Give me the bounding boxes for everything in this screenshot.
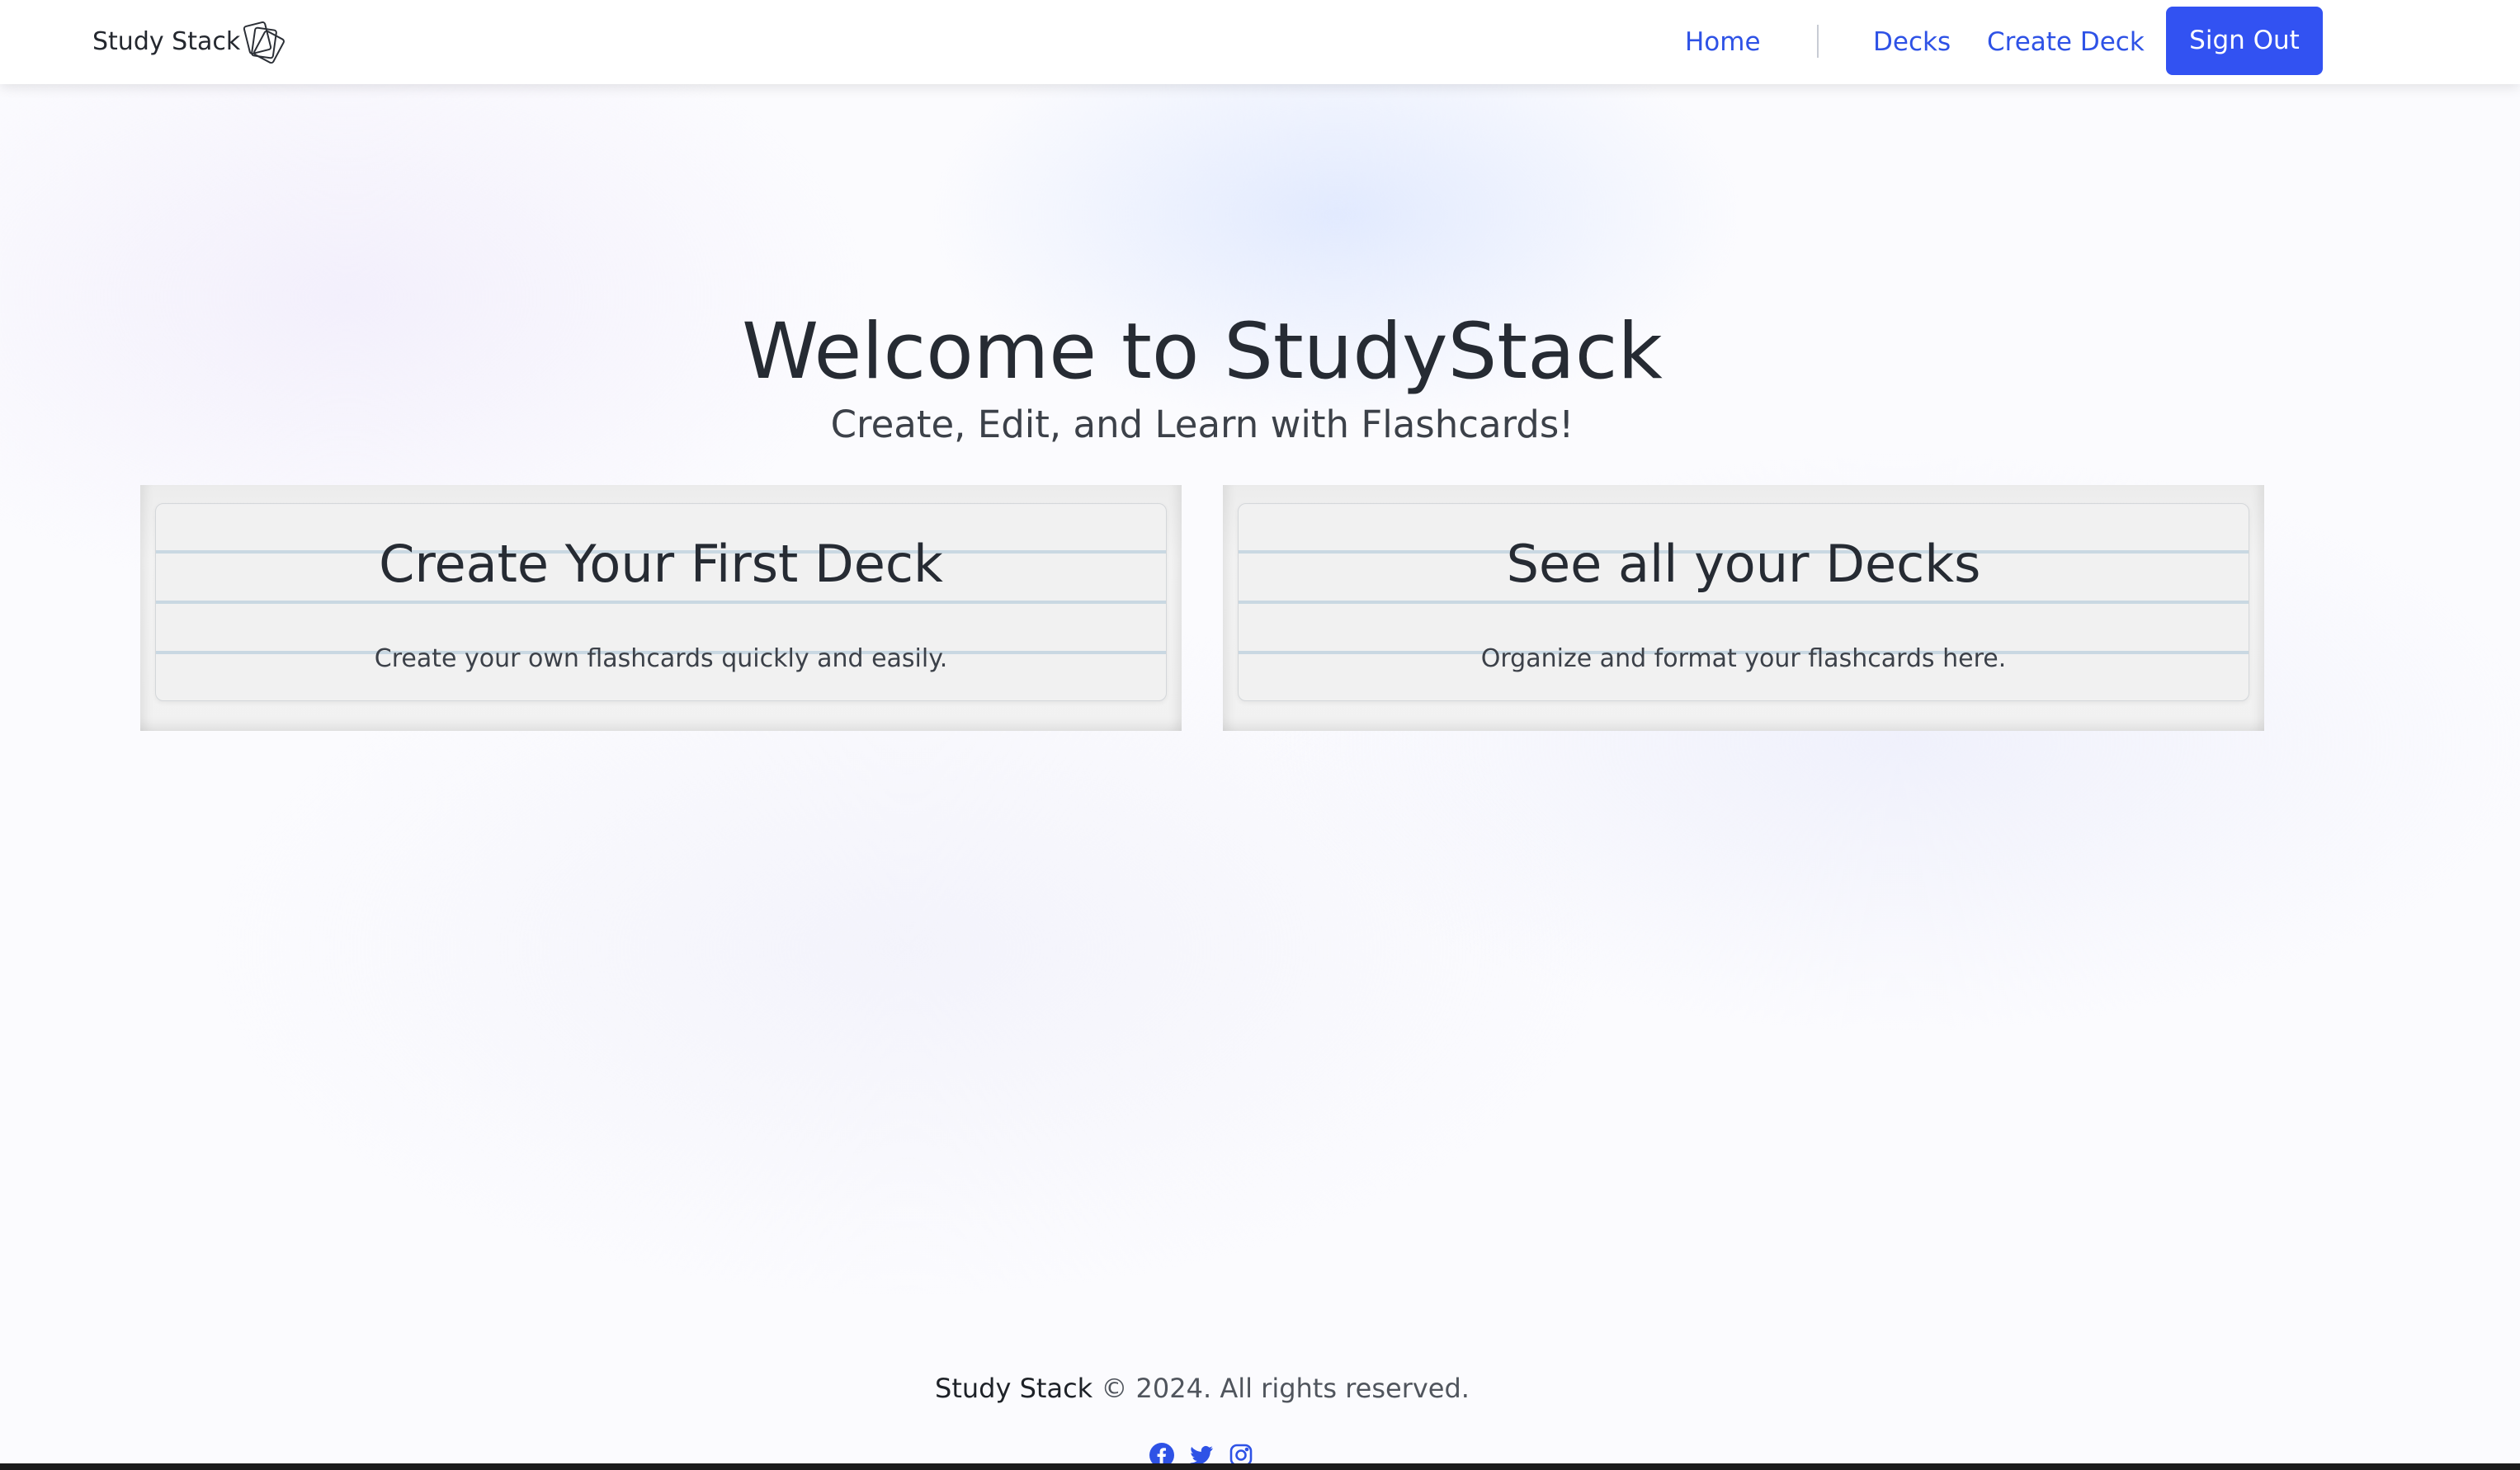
- brand-link[interactable]: Study Stack: [92, 18, 286, 64]
- nav-create-deck-link[interactable]: Create Deck: [1987, 21, 2145, 63]
- page-subtitle: Create, Edit, and Learn with Flashcards!: [830, 403, 1574, 446]
- footer-brand: Study Stack: [935, 1373, 1093, 1404]
- notecard-paper: Create Your First Deck Create your own f…: [155, 503, 1167, 701]
- copyright-text: © 2024. All rights reserved.: [1101, 1373, 1470, 1404]
- sign-out-button[interactable]: Sign Out: [2166, 7, 2323, 75]
- card-description: Organize and format your flashcards here…: [1480, 644, 2007, 673]
- window-bottom-edge: [0, 1463, 2520, 1470]
- nav-divider: [1817, 25, 1819, 58]
- nav-decks-link[interactable]: Decks: [1873, 21, 1951, 63]
- card-description: Create your own flashcards quickly and e…: [374, 644, 948, 673]
- navbar: Study Stack Home Decks Create Deck Sign …: [0, 0, 2520, 84]
- card-title: Create Your First Deck: [379, 534, 943, 594]
- nav-home-link[interactable]: Home: [1685, 21, 1761, 63]
- create-first-deck-card[interactable]: Create Your First Deck Create your own f…: [140, 485, 1182, 731]
- brand-name: Study Stack: [92, 26, 241, 56]
- see-all-decks-card[interactable]: See all your Decks Organize and format y…: [1223, 485, 2264, 731]
- notecard-paper: See all your Decks Organize and format y…: [1238, 503, 2249, 701]
- cards-logo-icon: [243, 21, 286, 64]
- card-title: See all your Decks: [1506, 534, 1981, 594]
- footer-copyright: Study Stack © 2024. All rights reserved.: [0, 1373, 2404, 1404]
- page-title: Welcome to StudyStack: [742, 307, 1663, 397]
